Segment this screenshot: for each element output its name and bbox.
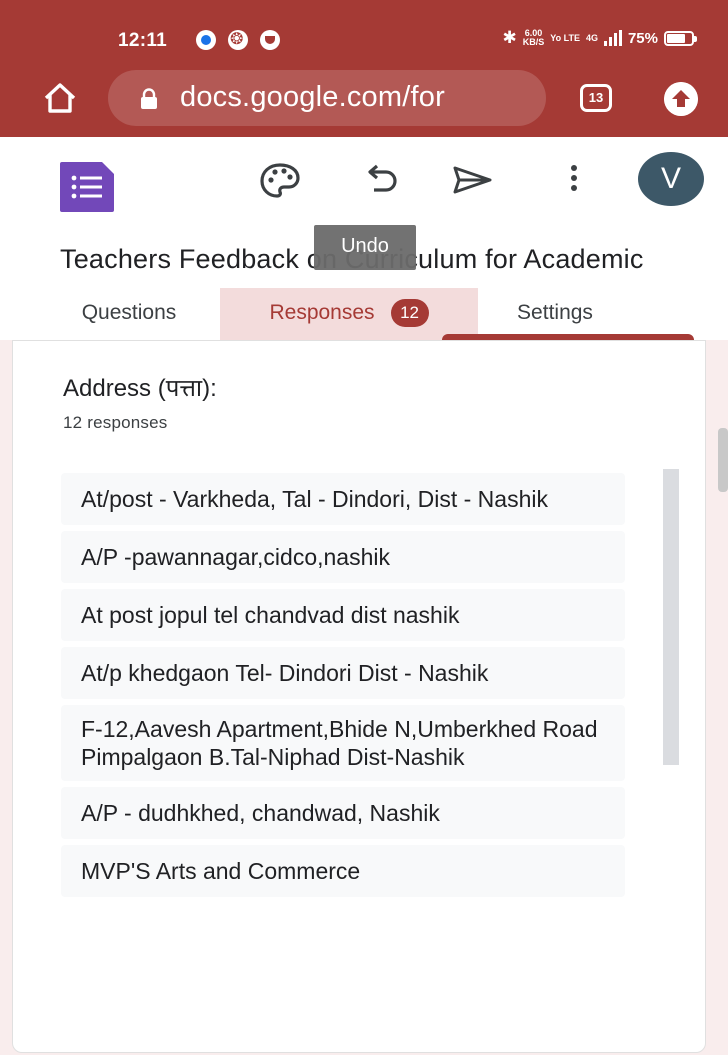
undo-tooltip: Undo [314, 225, 416, 270]
network-type: 4G [585, 32, 598, 43]
page-scrollbar[interactable] [718, 428, 728, 492]
response-count: 12 responses [63, 413, 168, 432]
answer-item: At/post - Varkheda, Tal - Dindori, Dist … [61, 473, 625, 525]
notification-gallery-icon [228, 29, 248, 50]
undo-icon[interactable] [360, 160, 404, 200]
upload-icon[interactable] [664, 82, 698, 116]
tab-questions-label: Questions [81, 301, 177, 324]
notification-app-icon [196, 30, 216, 50]
account-avatar[interactable]: V [638, 152, 704, 206]
signal-strength-icon [603, 30, 622, 46]
network-speed-unit: KB/S [522, 37, 545, 47]
tab-settings[interactable]: Settings [480, 288, 630, 340]
battery-icon [664, 30, 697, 46]
status-bar: 12:11 ✱ 6.00KB/S Yo LTE 4G 75% [0, 16, 728, 56]
question-title: Address (पत्ता): [63, 375, 217, 402]
answer-item: MVP'S Arts and Commerce [61, 845, 625, 897]
status-time: 12:11 [118, 30, 168, 51]
status-indicators: ✱ 6.00 KB/S Yo LTE 4G 75% [502, 28, 697, 48]
responses-count-badge: 12 [390, 299, 429, 327]
answer-item: A/P -pawannagar,cidco,nashik [61, 531, 625, 583]
network-speed: 6.00 KB/S [523, 29, 545, 47]
palette-icon[interactable] [258, 160, 302, 200]
browser-chrome: 12:11 ✱ 6.00KB/S Yo LTE 4G 75% docs.goog… [0, 0, 728, 137]
home-icon[interactable] [40, 78, 80, 118]
answer-list[interactable]: At/post - Varkheda, Tal - Dindori, Dist … [61, 473, 625, 1023]
answer-item: A/P - dudhkhed, chandwad, Nashik [61, 787, 625, 839]
question-summary-card: Address (पत्ता): 12 responses At/post - … [12, 340, 706, 1053]
more-vert-icon[interactable] [552, 160, 596, 200]
tab-questions[interactable]: Questions [40, 288, 218, 340]
form-tabs: Questions Responses 12 Settings [0, 288, 728, 340]
tab-switcher-button[interactable]: 13 [580, 84, 612, 112]
battery-percent: 75% [627, 29, 658, 47]
address-bar-row: docs.google.com/for 13 [0, 68, 728, 130]
url-bar[interactable]: docs.google.com/for [108, 70, 546, 126]
notification-shield-icon [260, 30, 280, 50]
volte-indicator: Yo LTE [550, 32, 580, 43]
answer-list-scrollbar[interactable] [663, 469, 679, 765]
title-fade [680, 240, 728, 284]
answer-item: At post jopul tel chandvad dist nashik [61, 589, 625, 641]
lock-icon [141, 88, 157, 109]
answer-item: F-12,Aavesh Apartment,Bhide N,Umberkhed … [61, 705, 625, 781]
send-icon[interactable] [450, 160, 494, 200]
bluetooth-icon: ✱ [502, 28, 517, 47]
url-text: docs.google.com/for [180, 81, 445, 113]
tab-settings-label: Settings [517, 301, 593, 324]
google-forms-logo[interactable] [58, 160, 118, 212]
tab-responses-label: Responses [269, 301, 375, 324]
answer-item: At/p khedgaon Tel- Dindori Dist - Nashik [61, 647, 625, 699]
tab-responses[interactable]: Responses 12 [220, 288, 694, 340]
